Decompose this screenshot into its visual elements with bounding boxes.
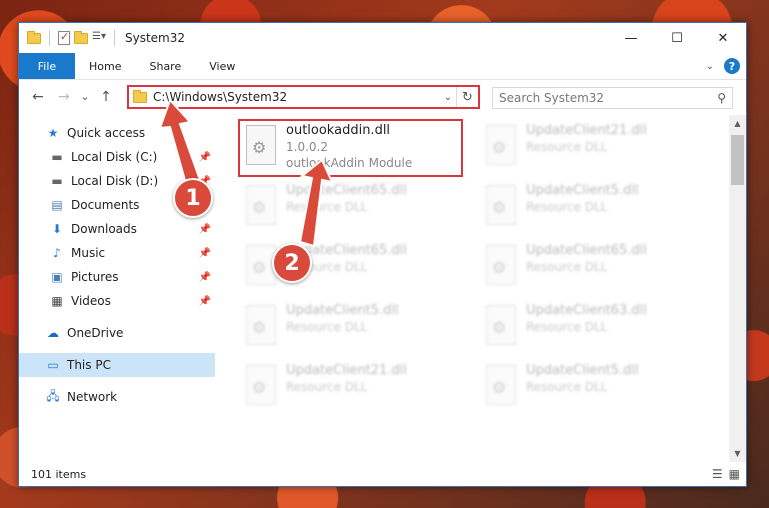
- details-view-icon[interactable]: ☰: [712, 467, 723, 481]
- forward-button[interactable]: →: [51, 89, 77, 105]
- search-icon: ⚲: [717, 91, 726, 105]
- file-item-outlookaddin[interactable]: outlookaddin.dll 1.0.0.2 outlookAddin Mo…: [238, 119, 463, 177]
- pictures-icon: ▣: [51, 270, 63, 284]
- step-2-badge: 2: [272, 243, 312, 283]
- pin-icon[interactable]: 📌: [199, 248, 211, 259]
- file-description: outlookAddin Module: [286, 156, 413, 170]
- file-explorer-window: ☰▾ System32 — ☐ ✕ File Home Share View ⌄…: [18, 22, 747, 487]
- maximize-button[interactable]: ☐: [654, 23, 700, 53]
- item-count: 101 items: [31, 467, 87, 481]
- file-item[interactable]: UpdateClient5.dllResource DLL: [240, 301, 465, 359]
- file-item[interactable]: UpdateClient5.dllResource DLL: [480, 181, 705, 239]
- status-bar: 101 items ☰ ▦: [19, 462, 746, 486]
- folder-icon: [27, 30, 41, 44]
- sidebar-item-videos[interactable]: ▦ Videos 📌: [19, 289, 215, 313]
- customize-toolbar-icon[interactable]: ☰▾: [92, 31, 106, 45]
- documents-icon: ▤: [51, 198, 63, 212]
- pin-icon[interactable]: 📌: [199, 224, 211, 235]
- navigation-pane: ★ Quick access ▬ Local Disk (C:) 📌 ▬ Loc…: [19, 115, 215, 462]
- tab-file[interactable]: File: [19, 53, 75, 79]
- onedrive-icon: ☁: [47, 326, 59, 340]
- file-item[interactable]: UpdateClient63.dllResource DLL: [480, 301, 705, 359]
- sidebar-item-network[interactable]: 🖧 Network: [19, 385, 215, 409]
- file-list: outlookaddin.dll 1.0.0.2 outlookAddin Mo…: [215, 115, 746, 462]
- window-title: System32: [125, 31, 186, 45]
- explorer-body: ★ Quick access ▬ Local Disk (C:) 📌 ▬ Loc…: [19, 115, 746, 462]
- divider: [114, 30, 115, 46]
- up-button[interactable]: ↑: [93, 89, 119, 105]
- vertical-scrollbar[interactable]: ▲ ▼: [729, 115, 746, 462]
- scroll-up-icon[interactable]: ▲: [729, 115, 746, 132]
- refresh-button[interactable]: ↻: [456, 87, 478, 107]
- dll-file-icon: [486, 305, 516, 345]
- title-bar: ☰▾ System32 — ☐ ✕: [19, 23, 746, 53]
- file-item[interactable]: UpdateClient21.dllResource DLL: [480, 121, 705, 179]
- star-icon: ★: [47, 126, 59, 140]
- recent-locations-button[interactable]: ⌄: [77, 90, 93, 103]
- tab-home[interactable]: Home: [75, 53, 135, 79]
- dll-file-icon: [486, 125, 516, 165]
- file-item[interactable]: UpdateClient65.dllResource DLL: [240, 181, 465, 239]
- sidebar-item-local-disk-c[interactable]: ▬ Local Disk (C:) 📌: [19, 145, 215, 169]
- new-folder-icon[interactable]: [74, 30, 88, 44]
- step-1-badge: 1: [173, 178, 213, 218]
- pin-icon[interactable]: 📌: [199, 152, 211, 163]
- expand-ribbon-icon[interactable]: ⌄: [706, 61, 714, 72]
- file-item[interactable]: UpdateClient21.dllResource DLL: [240, 361, 465, 419]
- quick-access-toolbar: ☰▾: [19, 30, 119, 46]
- drive-icon: ▬: [51, 174, 63, 188]
- file-item[interactable]: UpdateClient65.dllResource DLL: [480, 241, 705, 299]
- file-item[interactable]: UpdateClient5.dllResource DLL: [480, 361, 705, 419]
- network-icon: 🖧: [46, 388, 60, 403]
- computer-icon: ▭: [47, 358, 59, 372]
- sidebar-item-onedrive[interactable]: ☁ OneDrive: [19, 321, 215, 345]
- search-placeholder: Search System32: [499, 91, 605, 105]
- dll-file-icon: [486, 365, 516, 405]
- dll-file-icon: [246, 365, 276, 405]
- large-icons-view-icon[interactable]: ▦: [729, 467, 740, 481]
- chevron-down-icon[interactable]: ⌄: [440, 92, 456, 103]
- tab-view[interactable]: View: [195, 53, 249, 79]
- dll-file-icon: [246, 305, 276, 345]
- sidebar-item-this-pc[interactable]: ▭ This PC: [19, 353, 215, 377]
- sidebar-item-music[interactable]: ♪ Music 📌: [19, 241, 215, 265]
- back-button[interactable]: ←: [25, 89, 51, 105]
- address-bar[interactable]: C:\Windows\System32 ⌄ ↻: [127, 85, 480, 109]
- tab-share[interactable]: Share: [135, 53, 195, 79]
- minimize-button[interactable]: —: [608, 23, 654, 53]
- dll-file-icon: [246, 185, 276, 225]
- pin-icon[interactable]: 📌: [199, 296, 211, 307]
- file-name: outlookaddin.dll: [286, 123, 391, 138]
- dll-file-icon: [246, 125, 276, 165]
- dll-file-icon: [486, 245, 516, 285]
- scroll-down-icon[interactable]: ▼: [729, 445, 746, 462]
- sidebar-item-quick-access[interactable]: ★ Quick access: [19, 121, 215, 145]
- scrollbar-thumb[interactable]: [731, 135, 744, 185]
- help-icon[interactable]: ?: [724, 58, 740, 74]
- navigation-bar: ← → ⌄ ↑ C:\Windows\System32 ⌄ ↻ Search S…: [19, 79, 746, 113]
- dll-file-icon: [486, 185, 516, 225]
- ribbon-tabs: File Home Share View ⌄ ?: [19, 53, 746, 79]
- pin-icon[interactable]: 📌: [199, 272, 211, 283]
- sidebar-item-pictures[interactable]: ▣ Pictures 📌: [19, 265, 215, 289]
- properties-icon[interactable]: [58, 30, 70, 45]
- window-controls: — ☐ ✕: [608, 23, 746, 53]
- search-input[interactable]: Search System32 ⚲: [492, 87, 733, 109]
- videos-icon: ▦: [51, 294, 63, 308]
- sidebar-item-downloads[interactable]: ⬇ Downloads 📌: [19, 217, 215, 241]
- file-version: 1.0.0.2: [286, 140, 328, 154]
- downloads-icon: ⬇: [51, 222, 63, 236]
- divider: [49, 30, 50, 46]
- address-path[interactable]: C:\Windows\System32: [153, 90, 440, 104]
- folder-icon: [133, 89, 147, 103]
- music-icon: ♪: [53, 246, 61, 260]
- drive-icon: ▬: [51, 150, 63, 164]
- close-button[interactable]: ✕: [700, 23, 746, 53]
